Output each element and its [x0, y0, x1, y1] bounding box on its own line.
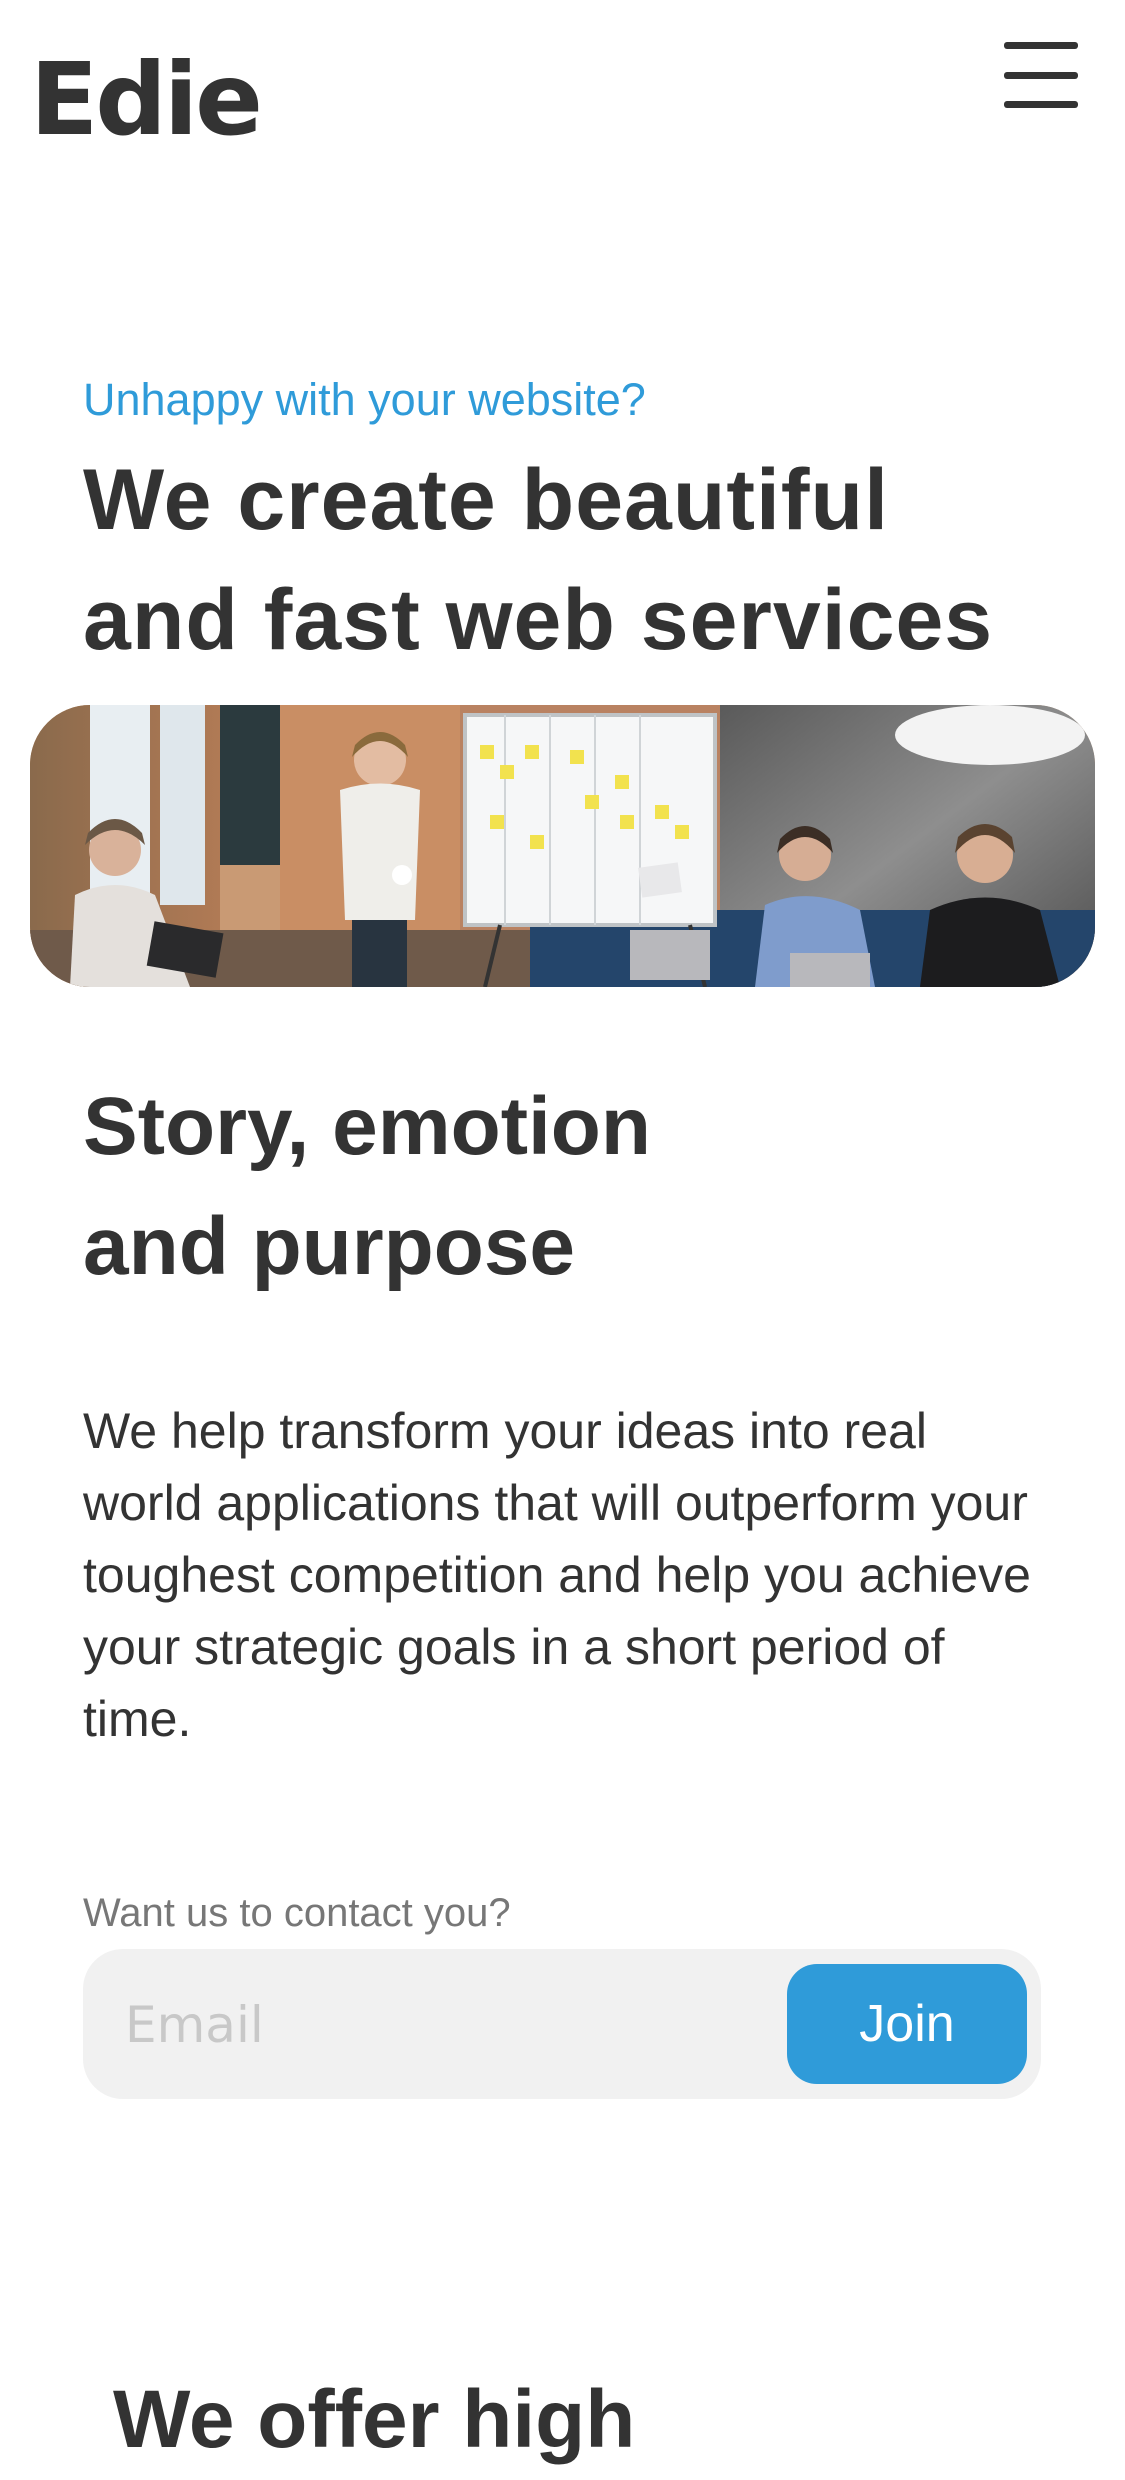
site-logo[interactable]: Edie — [30, 40, 263, 160]
hero-title-line-1: We create beautiful — [83, 452, 889, 548]
hamburger-menu-icon[interactable] — [1004, 38, 1078, 112]
join-button[interactable]: Join — [787, 1964, 1027, 2084]
hero-eyebrow: Unhappy with your website? — [83, 374, 646, 425]
story-title-line-1: Story, emotion — [83, 1081, 651, 1172]
team-meeting-illustration — [30, 705, 1095, 987]
offer-section-title: We offer high — [113, 2374, 636, 2465]
story-title-line-2: and purpose — [83, 1201, 576, 1292]
menu-line — [1004, 42, 1078, 49]
contact-label: Want us to contact you? — [83, 1891, 511, 1935]
contact-form: Join — [83, 1949, 1041, 2099]
hero-title: We create beautiful and fast web service… — [83, 440, 1083, 680]
email-field[interactable] — [123, 1974, 747, 2076]
menu-line — [1004, 71, 1078, 79]
story-section-title: Story, emotion and purpose — [83, 1067, 983, 1307]
hero-title-line-2: and fast web services — [83, 572, 994, 668]
team-meeting-photo — [30, 705, 1095, 987]
story-description: We help transform your ideas into real w… — [83, 1403, 1031, 1747]
menu-line — [1004, 101, 1078, 108]
top-navigation-bar: Edie — [0, 0, 1125, 190]
